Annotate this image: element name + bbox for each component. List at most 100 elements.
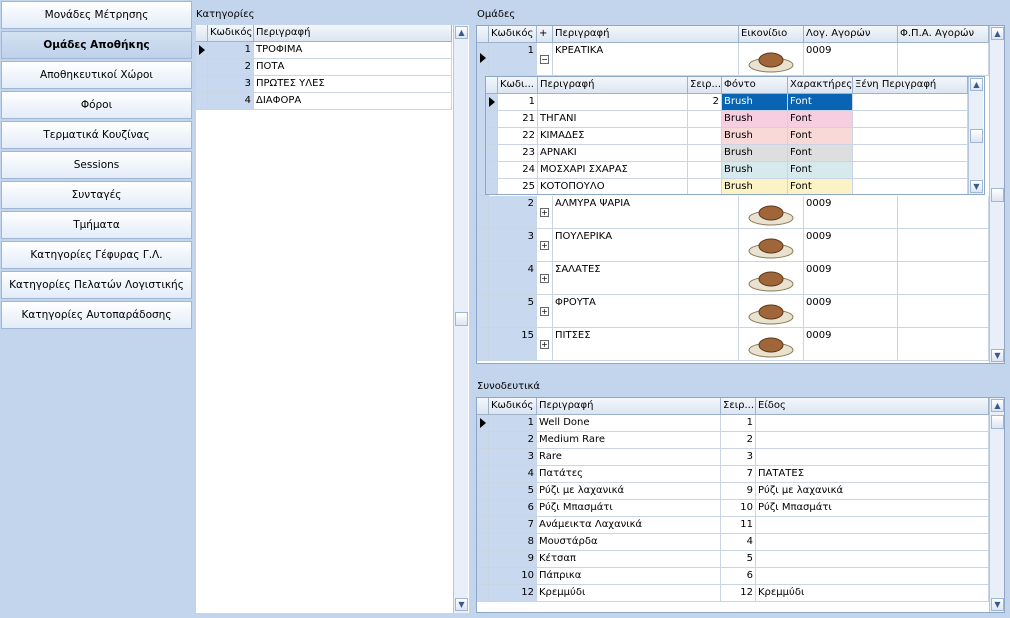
expand-icon[interactable]: + — [540, 307, 549, 316]
col-header-kind[interactable]: Είδος — [756, 398, 989, 415]
scroll-down-icon[interactable]: ▼ — [455, 598, 468, 611]
cell-purchase-account[interactable]: 0009 — [804, 229, 898, 262]
cell-code[interactable]: 23 — [498, 145, 538, 162]
col-header-expand[interactable]: + — [537, 26, 553, 43]
cell-description[interactable]: Κρεμμύδι — [537, 585, 721, 602]
nav-button[interactable]: Ομάδες Αποθήκης — [1, 31, 192, 59]
scroll-thumb[interactable] — [991, 188, 1004, 202]
col-header-description[interactable]: Περιγραφή — [537, 398, 721, 415]
cell-purchase-vat[interactable] — [898, 43, 989, 76]
cell-order[interactable] — [688, 128, 722, 145]
col-header-description[interactable]: Περιγραφή — [538, 77, 688, 94]
nav-button[interactable]: Συνταγές — [1, 181, 192, 209]
cell-code[interactable]: 4 — [489, 262, 537, 295]
col-header-icon[interactable]: Εικονίδιο — [739, 26, 804, 43]
scroll-up-icon[interactable]: ▲ — [991, 399, 1004, 412]
col-header-purchase-account[interactable]: Λογ. Αγορών — [804, 26, 898, 43]
cell-purchase-vat[interactable] — [898, 229, 989, 262]
row-indicator[interactable] — [196, 93, 208, 110]
sides-scrollbar[interactable]: ▲ ▼ — [989, 398, 1004, 612]
scroll-up-icon[interactable]: ▲ — [455, 26, 468, 39]
cell-font[interactable]: Font — [788, 111, 853, 128]
row-indicator[interactable] — [477, 517, 489, 534]
cell-purchase-vat[interactable] — [898, 328, 989, 361]
cell-kind[interactable]: Ρύζι με λαχανικά — [756, 483, 989, 500]
nav-button[interactable]: Κατηγορίες Γέφυρας Γ.Λ. — [1, 241, 192, 269]
cell-description[interactable]: ΦΡΟΥΤΑ — [553, 295, 739, 328]
cell-code[interactable]: 5 — [489, 483, 537, 500]
cell-purchase-vat[interactable] — [898, 295, 989, 328]
expand-icon[interactable]: + — [540, 274, 549, 283]
row-indicator[interactable] — [486, 128, 498, 145]
cell-font[interactable]: Font — [788, 179, 853, 194]
cell-code[interactable]: 6 — [489, 500, 537, 517]
row-indicator[interactable] — [486, 162, 498, 179]
cell-font[interactable]: Font — [788, 128, 853, 145]
cell-font[interactable]: Font — [788, 162, 853, 179]
cell-purchase-vat[interactable] — [898, 262, 989, 295]
cell-description[interactable]: ΑΡΝΑΚΙ — [538, 145, 688, 162]
cell-description[interactable]: ΜΟΣΧΑΡΙ ΣΧΑΡΑΣ — [538, 162, 688, 179]
cell-order[interactable]: 2 — [688, 94, 722, 111]
cell-order[interactable] — [688, 162, 722, 179]
cell-background[interactable]: Brush — [722, 94, 788, 111]
scroll-up-icon[interactable]: ▲ — [991, 27, 1004, 40]
cell-code[interactable]: 4 — [208, 93, 254, 110]
cell-code[interactable]: 1 — [489, 415, 537, 432]
cell-kind[interactable] — [756, 517, 989, 534]
cell-description[interactable]: Μουστάρδα — [537, 534, 721, 551]
cell-code[interactable]: 4 — [489, 466, 537, 483]
cell-code[interactable]: 21 — [498, 111, 538, 128]
col-header-order[interactable]: Σειρ... — [688, 77, 722, 94]
col-header-code[interactable]: Κωδικός — [489, 398, 537, 415]
nav-button[interactable]: Sessions — [1, 151, 192, 179]
cell-foreign-description[interactable] — [853, 111, 968, 128]
scroll-thumb[interactable] — [455, 312, 468, 326]
cell-order[interactable]: 6 — [721, 568, 756, 585]
cell-purchase-account[interactable]: 0009 — [804, 328, 898, 361]
row-indicator[interactable] — [486, 145, 498, 162]
row-indicator[interactable] — [196, 76, 208, 93]
cell-kind[interactable]: ΠΑΤΑΤΕΣ — [756, 466, 989, 483]
col-header-code[interactable]: Κωδικός — [208, 25, 254, 42]
cell-kind[interactable] — [756, 534, 989, 551]
cell-description[interactable]: ΚΡΕΑΤΙΚΑ — [553, 43, 739, 76]
cell-order[interactable]: 12 — [721, 585, 756, 602]
row-indicator[interactable] — [477, 196, 489, 229]
cell-description[interactable]: ΠΟΤΑ — [254, 59, 452, 76]
collapse-icon[interactable]: − — [540, 55, 549, 64]
col-header-order[interactable]: Σειρ... — [721, 398, 756, 415]
cell-purchase-account[interactable]: 0009 — [804, 43, 898, 76]
nav-button[interactable]: Αποθηκευτικοί Χώροι — [1, 61, 192, 89]
cell-background[interactable]: Brush — [722, 145, 788, 162]
cell-order[interactable]: 7 — [721, 466, 756, 483]
scroll-up-icon[interactable]: ▲ — [970, 78, 983, 91]
cell-code[interactable]: 1 — [208, 42, 254, 59]
scroll-down-icon[interactable]: ▼ — [970, 180, 983, 193]
cell-foreign-description[interactable] — [853, 145, 968, 162]
groups-scrollbar[interactable]: ▲ ▼ — [989, 26, 1004, 363]
cell-background[interactable]: Brush — [722, 111, 788, 128]
cell-description[interactable]: ΠΡΩΤΕΣ ΥΛΕΣ — [254, 76, 452, 93]
cell-purchase-account[interactable]: 0009 — [804, 196, 898, 229]
cell-code[interactable]: 2 — [208, 59, 254, 76]
cell-code[interactable]: 1 — [489, 43, 537, 76]
cell-description[interactable]: ΚΙΜΑΔΕΣ — [538, 128, 688, 145]
cell-foreign-description[interactable] — [853, 128, 968, 145]
cell-order[interactable]: 5 — [721, 551, 756, 568]
cell-description[interactable]: Ρύζι Μπασμάτι — [537, 500, 721, 517]
cell-code[interactable]: 1 — [498, 94, 538, 111]
cell-code[interactable]: 7 — [489, 517, 537, 534]
row-indicator[interactable] — [477, 262, 489, 295]
cell-order[interactable] — [688, 179, 722, 194]
row-indicator[interactable] — [477, 328, 489, 361]
cell-code[interactable]: 3 — [489, 449, 537, 466]
col-header-description[interactable]: Περιγραφή — [553, 26, 739, 43]
cell-code[interactable]: 15 — [489, 328, 537, 361]
row-indicator[interactable] — [477, 551, 489, 568]
cell-description[interactable]: Rare — [537, 449, 721, 466]
cell-description[interactable]: ΚΟΤΟΠΟΥΛΟ — [538, 179, 688, 194]
cell-order[interactable] — [688, 111, 722, 128]
cell-description[interactable]: Well Done — [537, 415, 721, 432]
expand-icon[interactable]: + — [540, 340, 549, 349]
